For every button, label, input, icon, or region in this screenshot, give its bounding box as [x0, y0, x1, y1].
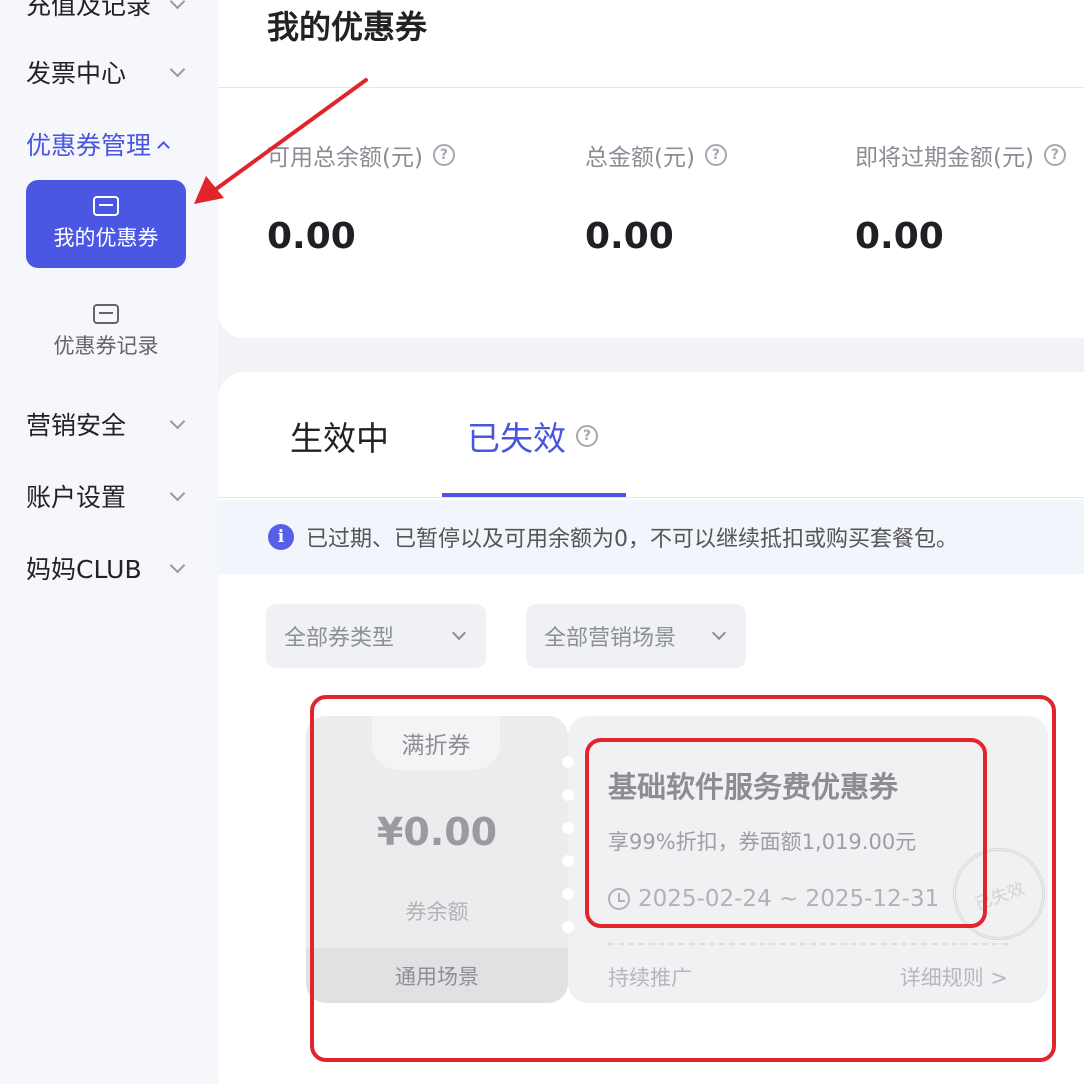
- perforation-dot: [562, 822, 574, 834]
- expired-stamp: 已失效: [940, 835, 1058, 953]
- chevron-down-icon: [451, 625, 467, 641]
- sidebar-item-coupon-management[interactable]: 优惠券管理: [26, 124, 170, 164]
- divider: [608, 943, 1008, 945]
- summary-card: 我的优惠券 可用总余额(元) ? 0.00 总金额(元) ? 0.00 即将过期…: [218, 0, 1084, 338]
- perforation-dot: [562, 855, 574, 867]
- coupon-description: 享99%折扣，券面额1,019.00元: [608, 830, 917, 854]
- stat-value: 0.00: [585, 216, 674, 257]
- sidebar-item-mama-club[interactable]: 妈妈CLUB: [26, 548, 186, 588]
- stat-label: 总金额(元): [585, 145, 695, 171]
- coupon-date-range: 2025-02-24 ~ 2025-12-31: [638, 886, 940, 912]
- divider: [218, 87, 1084, 88]
- sidebar-item-recharge[interactable]: 充值及记录: [26, 0, 186, 24]
- sidebar-item-label: 充值及记录: [26, 0, 152, 20]
- sidebar-subitem-label: 优惠券记录: [53, 334, 159, 358]
- coupon-type-select[interactable]: 全部券类型: [266, 604, 486, 668]
- main-content: 我的优惠券 可用总余额(元) ? 0.00 总金额(元) ? 0.00 即将过期…: [218, 0, 1084, 1084]
- chevron-down-icon: [169, 413, 186, 430]
- coupon-amount-label: 券余额: [405, 900, 469, 924]
- sidebar-item-label: 妈妈CLUB: [26, 555, 142, 584]
- chevron-down-icon: [169, 61, 186, 78]
- coupon-scene: 通用场景: [306, 948, 568, 1003]
- tab-expired-coupons[interactable]: 已失效 ?: [467, 412, 598, 460]
- help-icon[interactable]: ?: [1043, 144, 1066, 166]
- divider: [218, 497, 1084, 498]
- coupon-type-label: 满折券: [372, 716, 500, 770]
- sidebar-item-invoice[interactable]: 发票中心: [26, 52, 186, 92]
- coupon-rules-link[interactable]: 详细规则 >: [900, 962, 1008, 992]
- stat-total-amount: 总金额(元) ? 0.00: [585, 138, 727, 257]
- stat-available-balance: 可用总余额(元) ? 0.00: [267, 138, 455, 257]
- notice-banner: i 已过期、已暂停以及可用余额为0，不可以继续抵扣或购买套餐包。: [218, 500, 1084, 574]
- perforation-dot: [562, 756, 574, 768]
- stat-label: 即将过期金额(元): [855, 145, 1034, 171]
- stat-value: 0.00: [855, 216, 944, 257]
- help-icon[interactable]: ?: [704, 144, 727, 166]
- chevron-down-icon: [169, 0, 186, 10]
- tab-active-indicator: [442, 493, 626, 497]
- chevron-down-icon: [711, 625, 727, 641]
- sidebar-item-label: 营销安全: [26, 411, 127, 440]
- marketing-scene-select[interactable]: 全部营销场景: [526, 604, 746, 668]
- coupon-record-icon: [93, 304, 119, 324]
- chevron-down-icon: [169, 557, 186, 574]
- page-title: 我的优惠券: [267, 8, 428, 46]
- coupon-left-panel: 满折券 ¥0.00 券余额 通用场景: [306, 716, 568, 1003]
- sidebar-item-marketing-security[interactable]: 营销安全: [26, 404, 186, 444]
- sidebar: 充值及记录 发票中心 优惠券管理 我的优惠券 优惠券记录 营销安全 账户设置 妈…: [0, 0, 218, 1084]
- sidebar-subitem-coupon-records[interactable]: 优惠券记录: [26, 292, 186, 372]
- coupon-validity: 2025-02-24 ~ 2025-12-31: [608, 886, 939, 912]
- help-icon[interactable]: ?: [432, 144, 455, 166]
- stat-value: 0.00: [267, 216, 356, 257]
- sidebar-subitem-label: 我的优惠券: [53, 226, 159, 250]
- sidebar-item-account-settings[interactable]: 账户设置: [26, 476, 186, 516]
- coupon-promo: 持续推广: [608, 966, 692, 990]
- coupon-right-panel: 基础软件服务费优惠券 享99%折扣，券面额1,019.00元 2025-02-2…: [562, 716, 1058, 1003]
- sidebar-item-label: 账户设置: [26, 483, 127, 512]
- select-value: 全部营销场景: [544, 626, 677, 651]
- chevron-up-icon: [157, 140, 170, 154]
- chevron-down-icon: [169, 485, 186, 502]
- coupon-list-card: 生效中 已失效 ? i 已过期、已暂停以及可用余额为0，不可以继续抵扣或购买套餐…: [218, 372, 1084, 1084]
- notice-text: 已过期、已暂停以及可用余额为0，不可以继续抵扣或购买套餐包。: [306, 527, 958, 552]
- select-value: 全部券类型: [284, 626, 395, 651]
- coupon-amount: ¥0.00: [376, 810, 498, 854]
- sidebar-item-label: 优惠券管理: [26, 131, 152, 160]
- tab-active-coupons[interactable]: 生效中: [290, 412, 389, 460]
- sidebar-subitem-my-coupons[interactable]: 我的优惠券: [26, 180, 186, 268]
- tab-label: 已失效: [467, 419, 566, 458]
- help-icon[interactable]: ?: [576, 425, 598, 447]
- stat-label: 可用总余额(元): [267, 145, 423, 171]
- coupon-name: 基础软件服务费优惠券: [608, 770, 899, 804]
- coupon-icon: [93, 196, 119, 216]
- perforation-dot: [562, 888, 574, 900]
- stat-expiring-amount: 即将过期金额(元) ? 0.00: [855, 138, 1066, 257]
- sidebar-item-label: 发票中心: [26, 59, 127, 88]
- perforation-dot: [562, 921, 574, 933]
- clock-icon: [608, 888, 630, 910]
- perforation-dot: [562, 789, 574, 801]
- info-icon: i: [268, 524, 294, 550]
